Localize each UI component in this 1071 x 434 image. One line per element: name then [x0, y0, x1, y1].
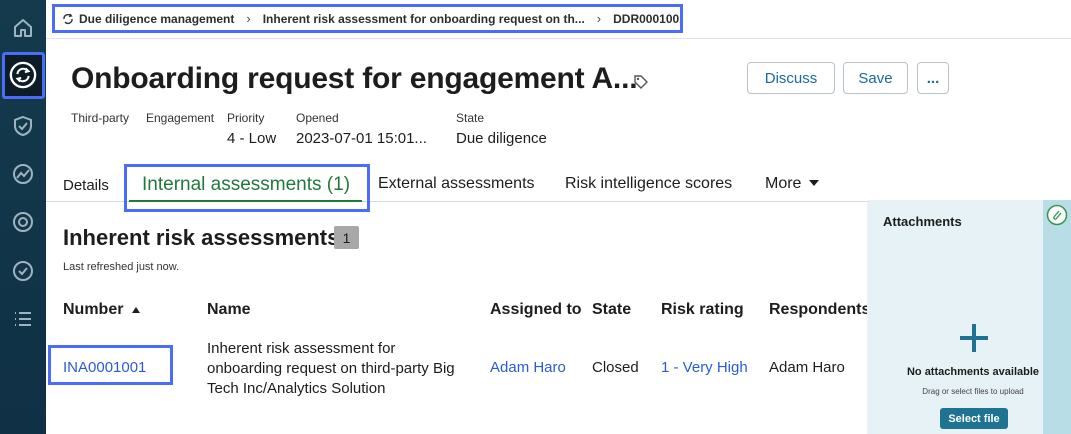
column-header-risk-rating[interactable]: Risk rating	[661, 301, 744, 319]
record-name-line: Inherent risk assessment for	[207, 340, 396, 357]
tag-icon[interactable]	[633, 74, 649, 95]
column-header-name[interactable]: Name	[207, 301, 251, 319]
tab-more-label: More	[765, 175, 802, 192]
tab-internal-assessments[interactable]: Internal assessments (1)	[142, 174, 350, 196]
breadcrumb-label: Due diligence management	[79, 11, 235, 26]
shield-check-icon[interactable]	[9, 112, 37, 140]
third-party-label: Third-party	[71, 111, 130, 125]
select-file-button[interactable]: Select file	[940, 408, 1008, 429]
opened-label: Opened	[296, 111, 339, 125]
page-title: Onboarding request for engagement A...	[71, 62, 638, 95]
count-badge: 1	[334, 226, 359, 249]
chevron-right-icon: ›	[246, 11, 251, 26]
engagement-label: Engagement	[146, 111, 215, 125]
column-header-respondents[interactable]: Respondents	[769, 301, 870, 319]
caret-down-icon	[808, 180, 819, 186]
tab-details[interactable]: Details	[63, 177, 109, 194]
column-header-number[interactable]: Number	[63, 301, 141, 319]
more-actions-button[interactable]: ...	[917, 62, 949, 94]
column-header-number-label: Number	[63, 301, 124, 318]
discuss-button[interactable]: Discuss	[747, 62, 835, 94]
breadcrumb-item-assessment[interactable]: Inherent risk assessment for onboarding …	[263, 12, 585, 26]
sync-icon[interactable]	[9, 61, 37, 89]
record-number-link[interactable]: INA0001001	[63, 359, 146, 376]
tab-more[interactable]: More	[765, 175, 820, 193]
chevron-right-icon: ›	[596, 11, 602, 26]
analytics-icon[interactable]	[9, 160, 37, 188]
breadcrumb: Due diligence management › Inherent risk…	[52, 4, 683, 33]
check-circle-icon[interactable]	[9, 257, 37, 285]
state-value: Due diligence	[456, 130, 547, 147]
priority-label: Priority	[227, 111, 265, 125]
left-nav-rail	[0, 0, 46, 434]
list-icon[interactable]	[9, 305, 37, 333]
attachments-sidebar-strip	[1043, 200, 1071, 434]
attachments-panel	[867, 200, 1043, 434]
opened-value: 2023-07-01 15:01...	[296, 130, 427, 147]
paperclip-icon[interactable]	[1046, 204, 1068, 231]
breadcrumb-item-module[interactable]: Due diligence management	[62, 12, 234, 26]
tab-external-assessments[interactable]: External assessments	[378, 175, 535, 193]
column-header-assigned[interactable]: Assigned to	[490, 301, 582, 319]
tab-risk-intelligence[interactable]: Risk intelligence scores	[565, 175, 732, 193]
no-attachments-text: No attachments available	[906, 366, 1040, 378]
header-divider	[46, 38, 1071, 39]
upload-hint-text: Drag or select files to upload	[922, 387, 1024, 396]
assigned-to-link[interactable]: Adam Haro	[490, 359, 566, 376]
sort-ascending-icon	[131, 307, 140, 313]
state-label: State	[456, 111, 485, 125]
breadcrumb-item-record[interactable]: DDR0001001	[613, 12, 680, 26]
section-title: Inherent risk assessments	[63, 225, 340, 250]
home-icon[interactable]	[9, 14, 37, 42]
priority-value: 4 - Low	[227, 130, 277, 147]
risk-rating-link[interactable]: 1 - Very High	[661, 359, 748, 376]
record-name-line: onboarding request on third-party Big	[207, 360, 455, 377]
sync-small-icon	[63, 13, 73, 24]
support-icon[interactable]	[9, 208, 37, 236]
attachments-title: Attachments	[883, 214, 962, 229]
state-cell: Closed	[592, 359, 639, 376]
respondents-cell: Adam Haro	[769, 359, 845, 376]
active-tab-indicator	[129, 200, 362, 202]
column-header-state[interactable]: State	[592, 301, 631, 319]
record-name-line: Tech Inc/Analytics Solution	[207, 380, 386, 397]
add-attachment-icon[interactable]	[958, 322, 990, 359]
last-refreshed-text: Last refreshed just now.	[63, 261, 180, 273]
save-button[interactable]: Save	[843, 62, 908, 94]
